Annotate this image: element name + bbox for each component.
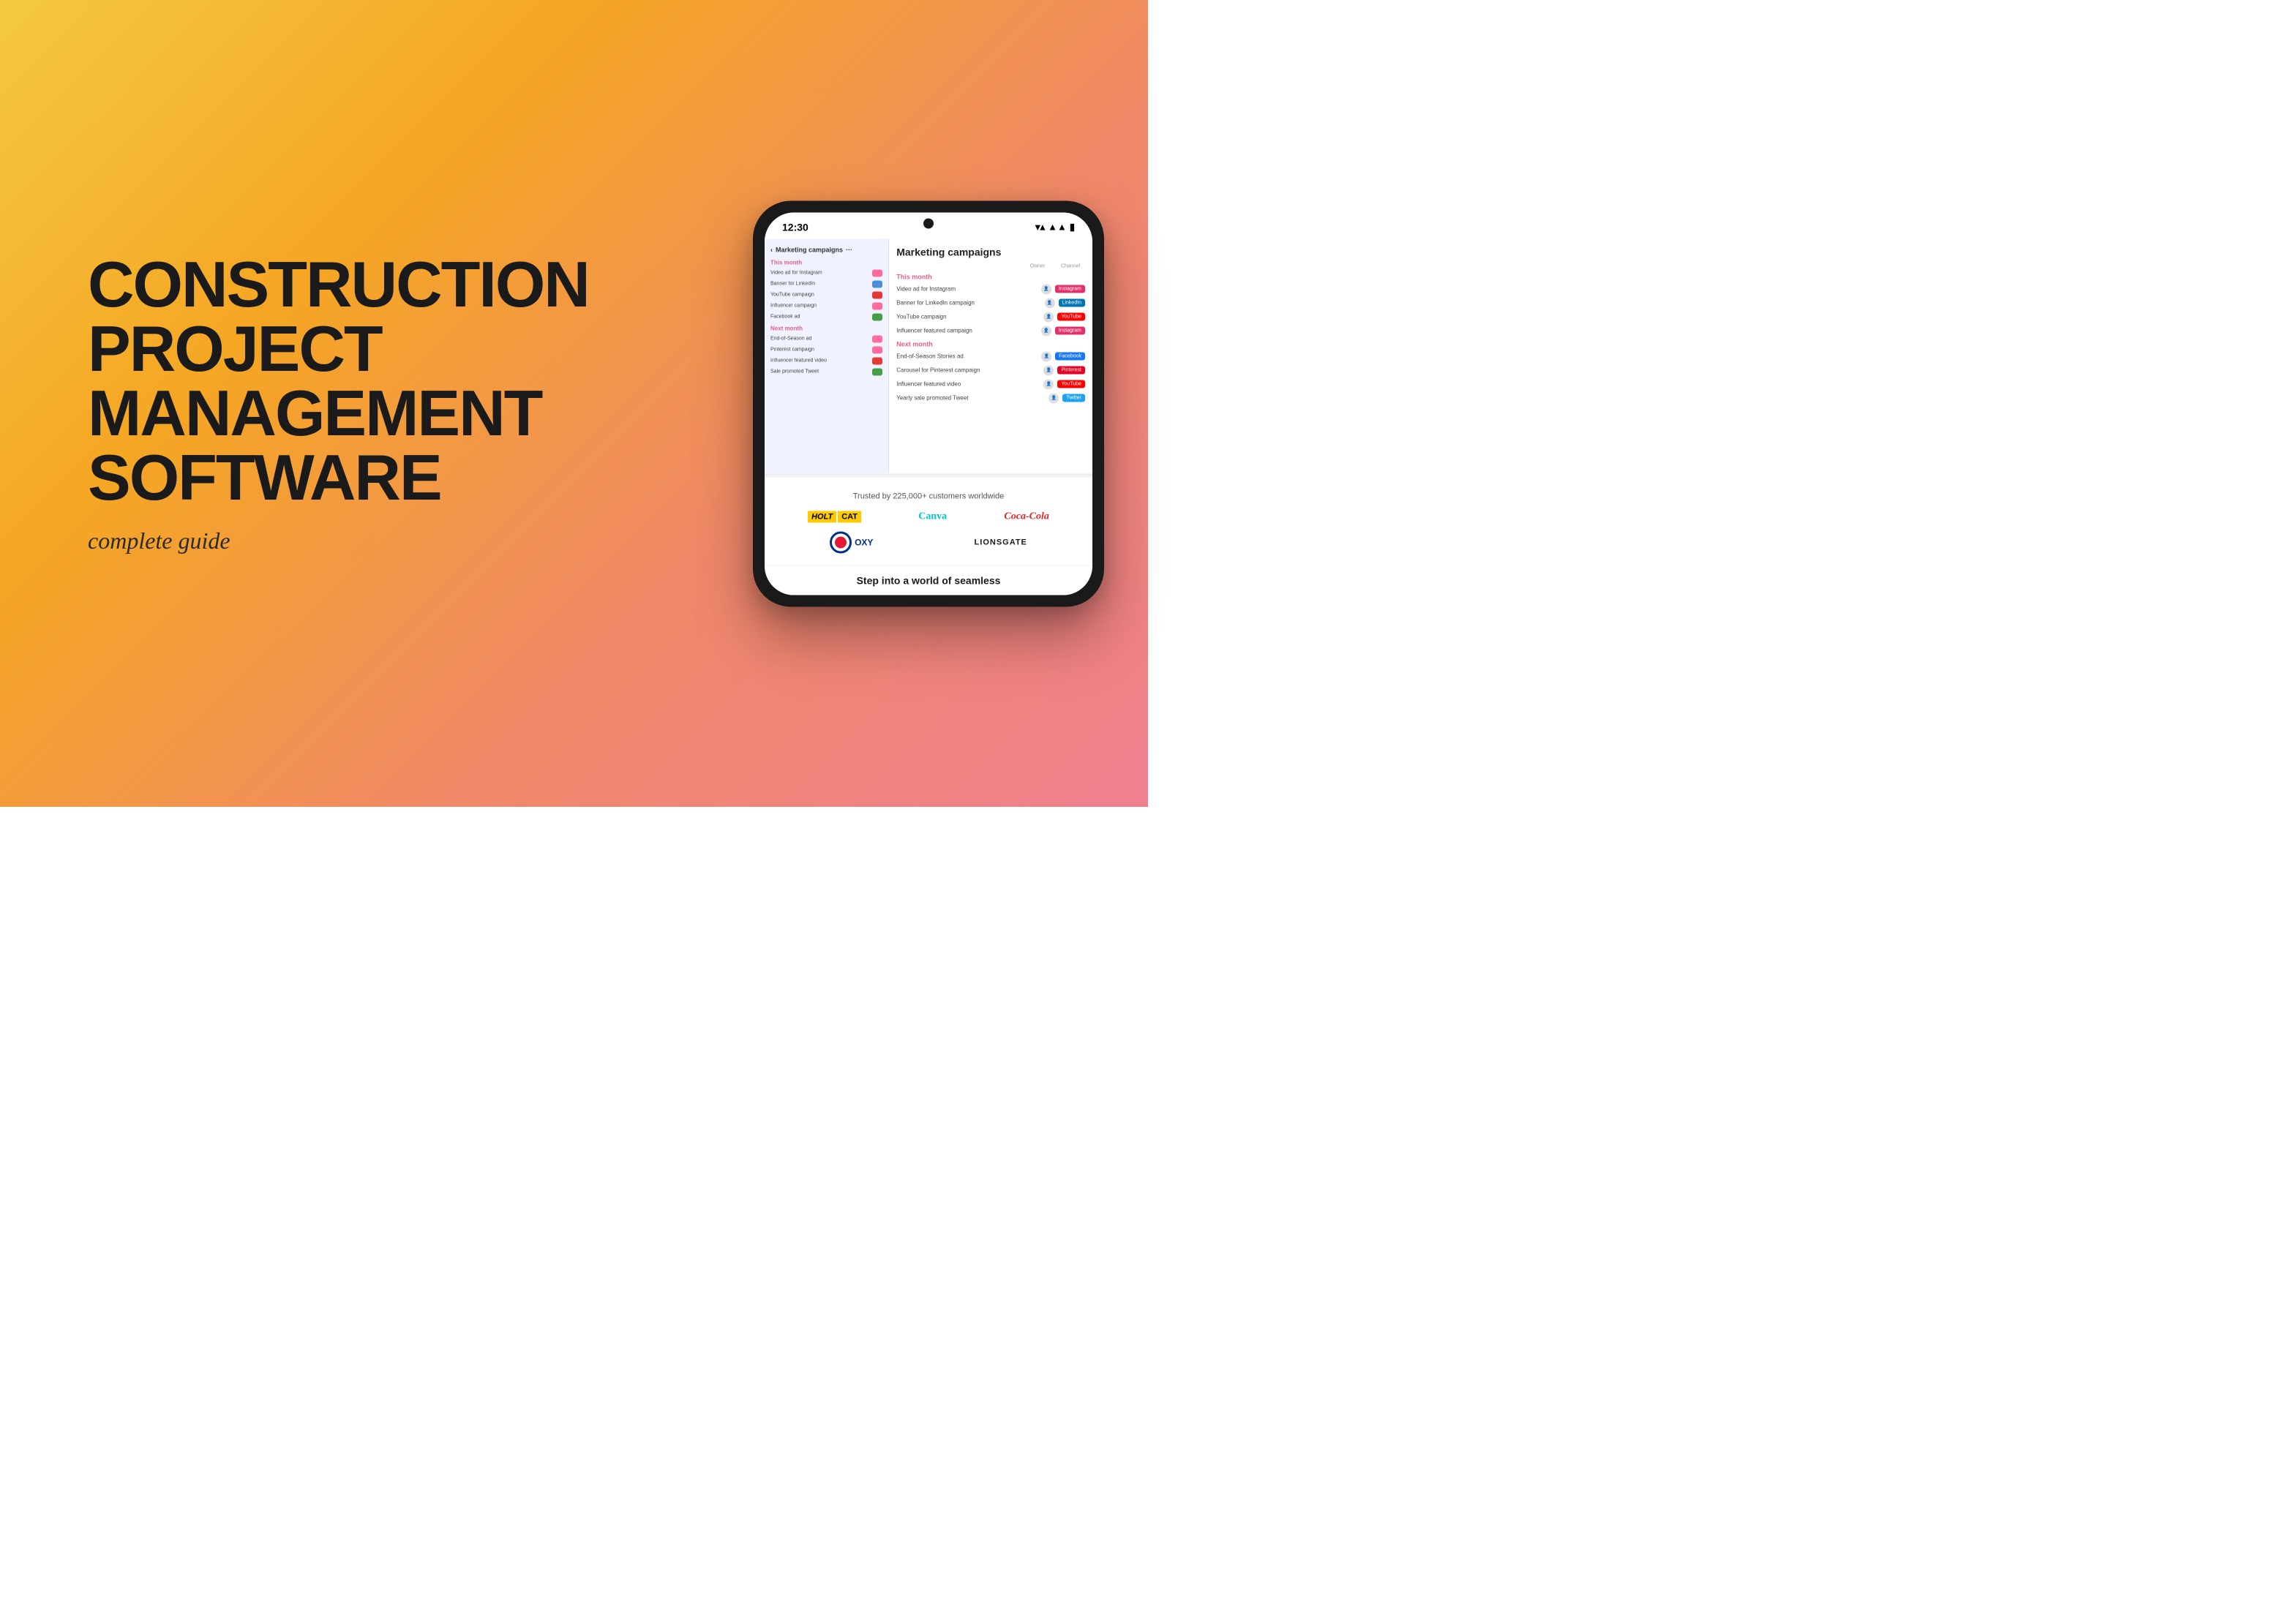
list-item: YouTube campaign xyxy=(770,291,882,298)
list-item: Sale promoted Tweet xyxy=(770,368,882,375)
status-icons: ▾▴ ▲▲ ▮ xyxy=(1035,221,1075,233)
camera-notch xyxy=(923,218,934,228)
status-time: 12:30 xyxy=(782,221,809,233)
phone-showcase: 12:30 ▾▴ ▲▲ ▮ ‹ Marketin xyxy=(589,0,1148,807)
left-this-month: This month xyxy=(770,259,882,266)
phone-wrapper: 12:30 ▾▴ ▲▲ ▮ ‹ Marketin xyxy=(753,200,1104,606)
avatar: 👤 xyxy=(1043,312,1054,322)
avatar: 👤 xyxy=(1045,298,1055,308)
phone-device: 12:30 ▾▴ ▲▲ ▮ ‹ Marketin xyxy=(753,200,1104,606)
main-title: CONSTRUCTION PROJECT MANAGEMENT SOFTWARE xyxy=(88,252,589,510)
channel-badge: LinkedIn xyxy=(1059,299,1085,307)
right-this-month: This month xyxy=(896,273,1085,280)
canva-logo: Canva xyxy=(918,511,947,522)
channel-dot xyxy=(872,280,882,287)
channel-dot xyxy=(872,335,882,342)
avatar: 👤 xyxy=(1041,351,1051,361)
table-row: Yearly sale promoted Tweet 👤 Twitter xyxy=(896,393,1085,403)
oxy-logo: OXY xyxy=(830,531,873,553)
channel-dot xyxy=(872,313,882,320)
logos-row-2: OXY LIONSGATE xyxy=(779,531,1078,553)
cocacola-logo: Coca-Cola xyxy=(1004,511,1048,522)
channel-badge: Twitter xyxy=(1062,394,1085,402)
list-item: Banner for LinkedIn xyxy=(770,280,882,287)
channel-dot xyxy=(872,269,882,277)
bottom-text-section: Step into a world of seamless xyxy=(765,565,1092,595)
list-item: Video ad for Instagram xyxy=(770,269,882,277)
right-panel: Marketing campaigns Owner Channel This m… xyxy=(889,238,1092,473)
channel-dot xyxy=(872,368,882,375)
section-divider xyxy=(765,474,1092,475)
right-next-month: Next month xyxy=(896,340,1085,347)
channel-badge: Instagram xyxy=(1055,285,1085,293)
logos-row-1: HOLT CAT Canva Coca-Cola xyxy=(779,511,1078,522)
channel-badge: YouTube xyxy=(1057,380,1085,388)
channel-dot xyxy=(872,346,882,353)
list-item: End-of-Season ad xyxy=(770,335,882,342)
channel-badge: Pinterest xyxy=(1057,366,1085,375)
table-row: Banner for LinkedIn campaign 👤 LinkedIn xyxy=(896,298,1085,308)
column-headers: Owner Channel xyxy=(896,263,1085,268)
left-panel: ‹ Marketing campaigns ··· This month Vid… xyxy=(765,238,889,473)
left-next-month: Next month xyxy=(770,325,882,331)
lionsgate-logo: LIONSGATE xyxy=(975,538,1027,546)
holt-cat-logo: HOLT CAT xyxy=(808,511,861,522)
subtitle: complete guide xyxy=(88,527,589,554)
channel-badge: YouTube xyxy=(1057,313,1085,321)
app-split-view: ‹ Marketing campaigns ··· This month Vid… xyxy=(765,238,1092,473)
channel-dot xyxy=(872,291,882,298)
list-item: Influencer featured video xyxy=(770,357,882,364)
channel-badge: Instagram xyxy=(1055,327,1085,335)
right-panel-title: Marketing campaigns xyxy=(896,246,1085,257)
channel-dot xyxy=(872,302,882,309)
avatar: 👤 xyxy=(1041,326,1051,336)
battery-icon: ▮ xyxy=(1070,221,1075,233)
table-row: Carousel for Pinterest campaign 👤 Pinter… xyxy=(896,365,1085,375)
avatar: 👤 xyxy=(1043,365,1054,375)
hero-content: CONSTRUCTION PROJECT MANAGEMENT SOFTWARE… xyxy=(88,252,589,554)
avatar: 👤 xyxy=(1043,379,1054,389)
channel-dot xyxy=(872,357,882,364)
list-item: Influencer campaign xyxy=(770,302,882,309)
table-row: Influencer featured video 👤 YouTube xyxy=(896,379,1085,389)
list-item: Pinterest campaign xyxy=(770,346,882,353)
avatar: 👤 xyxy=(1041,284,1051,294)
table-row: End-of-Season Stories ad 👤 Facebook xyxy=(896,351,1085,361)
signal-icon: ▲▲ xyxy=(1048,222,1067,233)
list-item: Facebook ad xyxy=(770,313,882,320)
table-row: Influencer featured campaign 👤 Instagram xyxy=(896,326,1085,336)
phone-screen: 12:30 ▾▴ ▲▲ ▮ ‹ Marketin xyxy=(765,212,1092,595)
channel-badge: Facebook xyxy=(1055,353,1085,361)
table-row: Video ad for Instagram 👤 Instagram xyxy=(896,284,1085,294)
page-background: CONSTRUCTION PROJECT MANAGEMENT SOFTWARE… xyxy=(0,0,1148,807)
wifi-icon: ▾▴ xyxy=(1035,221,1045,233)
step-into-text: Step into a world of seamless xyxy=(776,574,1081,586)
avatar: 👤 xyxy=(1048,393,1059,403)
trusted-section: Trusted by 225,000+ customers worldwide … xyxy=(765,476,1092,565)
left-panel-header: ‹ Marketing campaigns ··· xyxy=(770,246,882,253)
table-row: YouTube campaign 👤 YouTube xyxy=(896,312,1085,322)
trusted-text: Trusted by 225,000+ customers worldwide xyxy=(779,492,1078,500)
